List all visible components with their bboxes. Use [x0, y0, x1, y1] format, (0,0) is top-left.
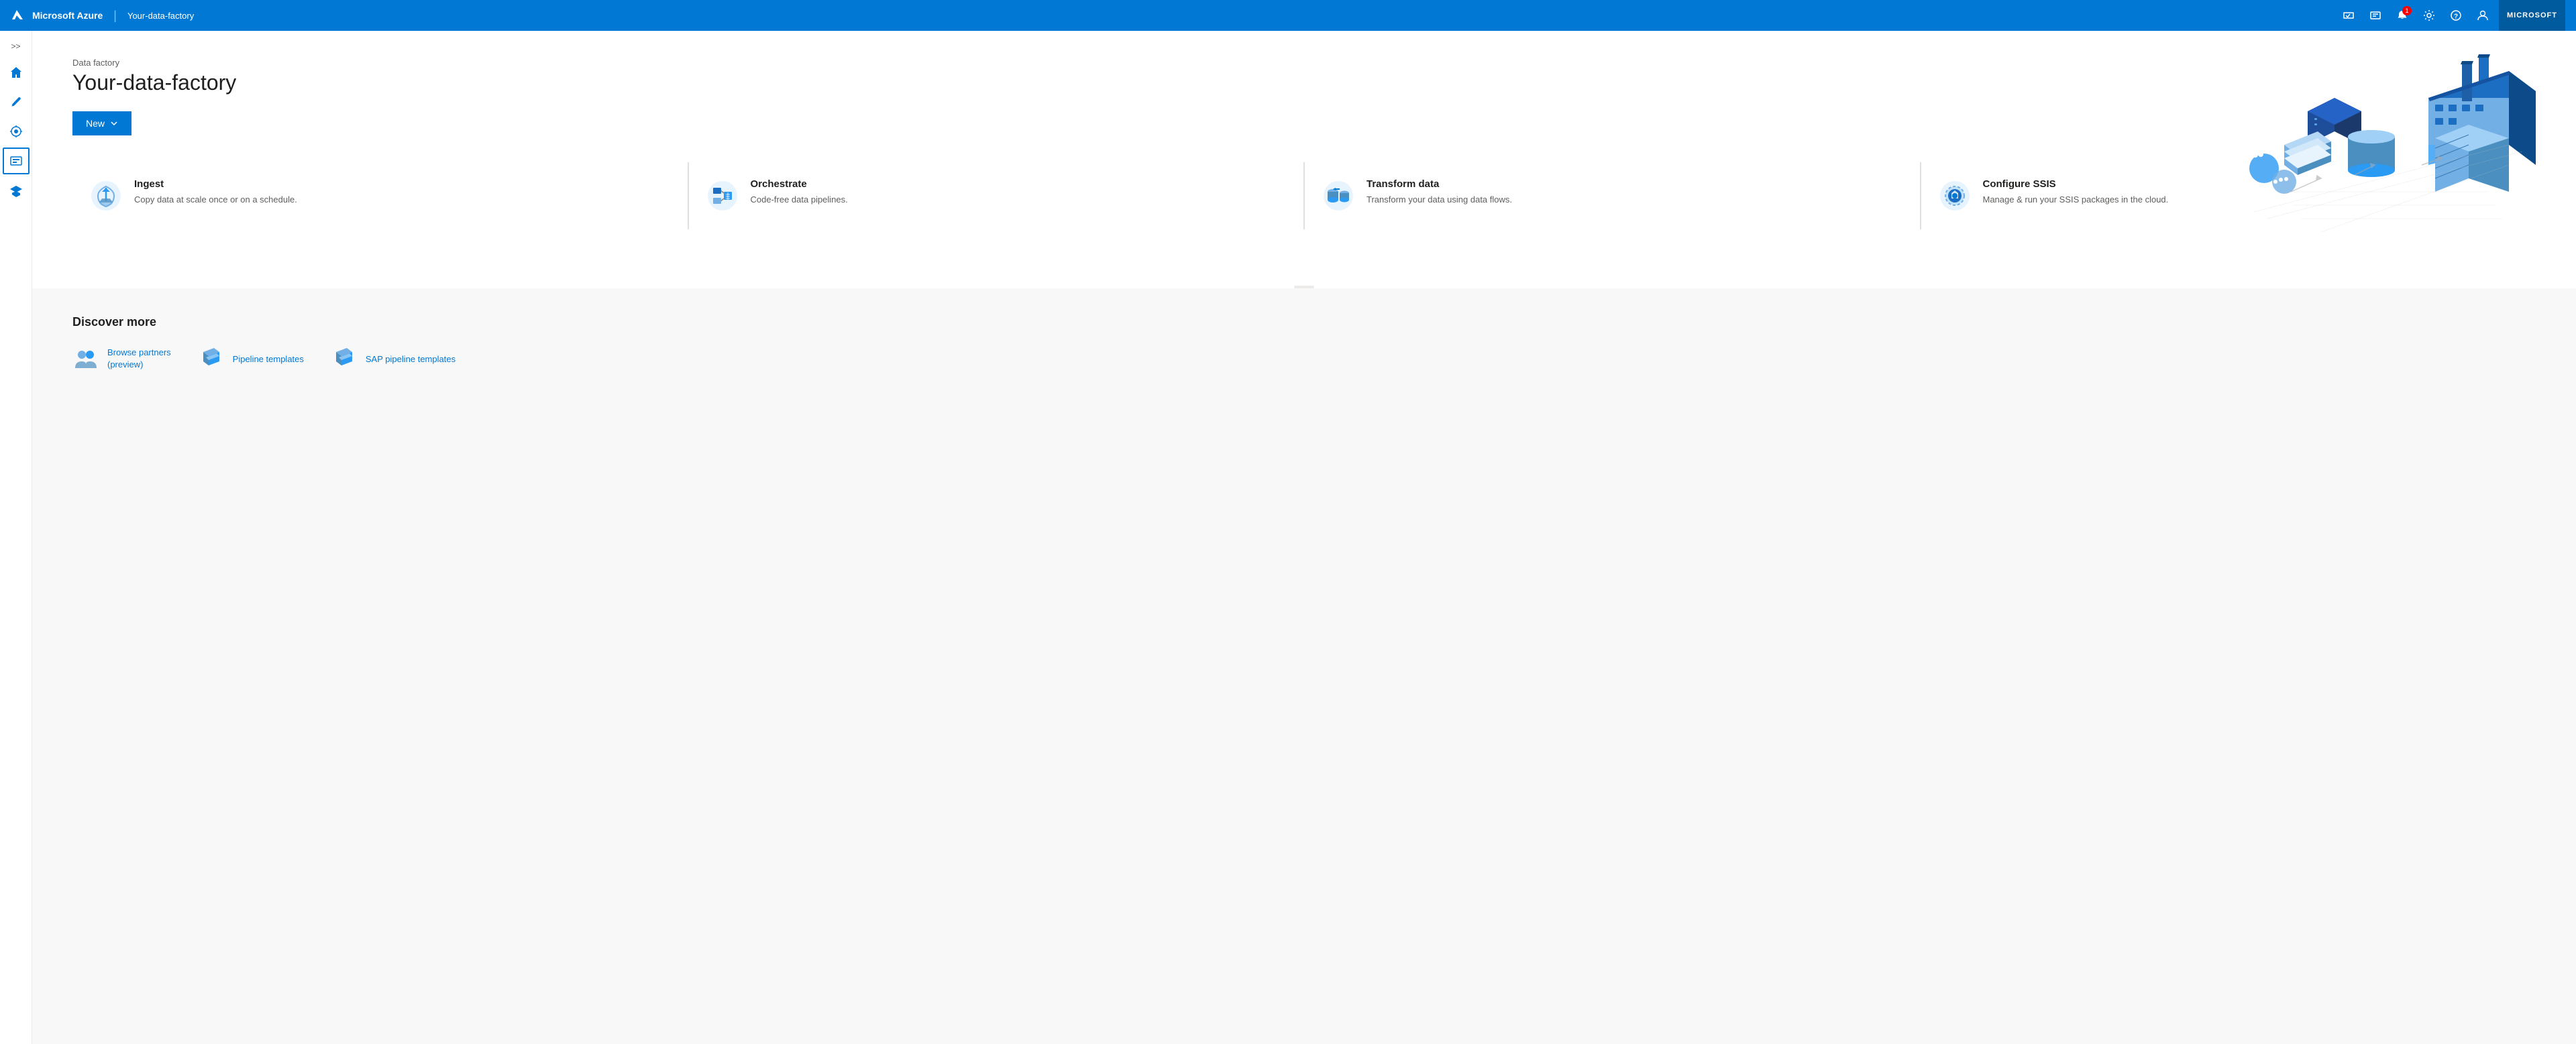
feature-card-transform[interactable]: Transform data Transform your data using… — [1305, 162, 1920, 229]
brand-separator: | — [113, 9, 117, 23]
transform-icon — [1321, 178, 1356, 213]
feature-card-ingest[interactable]: Ingest Copy data at scale once or on a s… — [72, 162, 688, 229]
azure-logo — [11, 9, 24, 22]
discover-item-sap-templates[interactable]: SAP pipeline templates — [331, 345, 455, 372]
microsoft-btn[interactable]: MICROSOFT — [2499, 0, 2565, 31]
partners-label-text: Browse partners(preview) — [107, 347, 171, 369]
help-btn[interactable]: ? — [2445, 5, 2467, 26]
feature-card-ingest-content: Ingest Copy data at scale once or on a s… — [134, 178, 297, 206]
new-button[interactable]: New — [72, 111, 131, 135]
ssis-icon — [1937, 178, 1972, 213]
feature-card-ssis-desc: Manage & run your SSIS packages in the c… — [1983, 194, 2169, 206]
topbar-actions: 1 ? MICROSOFT — [2338, 0, 2565, 31]
sap-templates-label: SAP pipeline templates — [366, 354, 455, 364]
pipeline-templates-label: Pipeline templates — [233, 354, 304, 364]
chevron-down-icon — [110, 119, 118, 127]
discover-section: Discover more Browse partners(preview) — [32, 288, 2576, 399]
partners-icon — [72, 345, 99, 372]
pipeline-templates-icon — [198, 345, 225, 372]
hero-section: Data factory Your-data-factory New — [32, 31, 2576, 286]
feature-card-orchestrate-content: Orchestrate Code-free data pipelines. — [751, 178, 848, 206]
feature-card-orchestrate-title: Orchestrate — [751, 178, 848, 190]
notification-badge: 1 — [2402, 6, 2412, 15]
feature-card-orchestrate[interactable]: Orchestrate Code-free data pipelines. — [689, 162, 1304, 229]
discover-item-pipeline-templates[interactable]: Pipeline templates — [198, 345, 304, 372]
sidebar-item-learn[interactable] — [3, 177, 30, 204]
brand-area: Microsoft Azure | Your-data-factory — [11, 9, 194, 23]
orchestrate-icon — [705, 178, 740, 213]
feature-card-ingest-desc: Copy data at scale once or on a schedule… — [134, 194, 297, 206]
hero-illustration — [2187, 44, 2536, 259]
factory-illustration — [2187, 44, 2536, 259]
feature-card-ingest-title: Ingest — [134, 178, 297, 190]
feature-card-transform-content: Transform data Transform your data using… — [1366, 178, 1512, 206]
partners-label: Browse partners(preview) — [107, 347, 171, 371]
directory-btn[interactable] — [2365, 5, 2386, 26]
feature-card-ssis-title: Configure SSIS — [1983, 178, 2169, 190]
svg-text:?: ? — [2454, 13, 2458, 21]
sidebar-item-author[interactable] — [3, 89, 30, 115]
feature-card-ssis-content: Configure SSIS Manage & run your SSIS pa… — [1983, 178, 2169, 206]
sidebar-expand-btn[interactable]: >> — [11, 36, 20, 56]
discover-item-partners[interactable]: Browse partners(preview) — [72, 345, 171, 372]
discover-items-list: Browse partners(preview) Pipeline templa… — [72, 345, 2536, 372]
discover-title: Discover more — [72, 315, 2536, 329]
hero-title: Your-data-factory — [72, 70, 2536, 95]
sidebar: >> — [0, 31, 32, 1044]
ingest-icon — [89, 178, 123, 213]
main-content: Data factory Your-data-factory New — [32, 31, 2576, 1044]
cloud-shell-btn[interactable] — [2338, 5, 2359, 26]
notifications-btn[interactable]: 1 — [2392, 5, 2413, 26]
top-navbar: Microsoft Azure | Your-data-factory 1 ? … — [0, 0, 2576, 31]
settings-btn[interactable] — [2418, 5, 2440, 26]
sidebar-item-monitor[interactable] — [3, 118, 30, 145]
sidebar-item-home[interactable] — [3, 59, 30, 86]
sap-templates-icon — [331, 345, 358, 372]
profile-btn[interactable] — [2472, 5, 2493, 26]
factory-name: Your-data-factory — [127, 11, 194, 21]
feature-card-transform-title: Transform data — [1366, 178, 1512, 190]
feature-card-transform-desc: Transform your data using data flows. — [1366, 194, 1512, 206]
sidebar-item-manage[interactable] — [3, 148, 30, 174]
feature-cards: Ingest Copy data at scale once or on a s… — [72, 162, 2536, 229]
hero-label: Data factory — [72, 58, 2536, 68]
new-button-label: New — [86, 118, 105, 129]
brand-name: Microsoft Azure — [32, 10, 103, 21]
feature-card-orchestrate-desc: Code-free data pipelines. — [751, 194, 848, 206]
